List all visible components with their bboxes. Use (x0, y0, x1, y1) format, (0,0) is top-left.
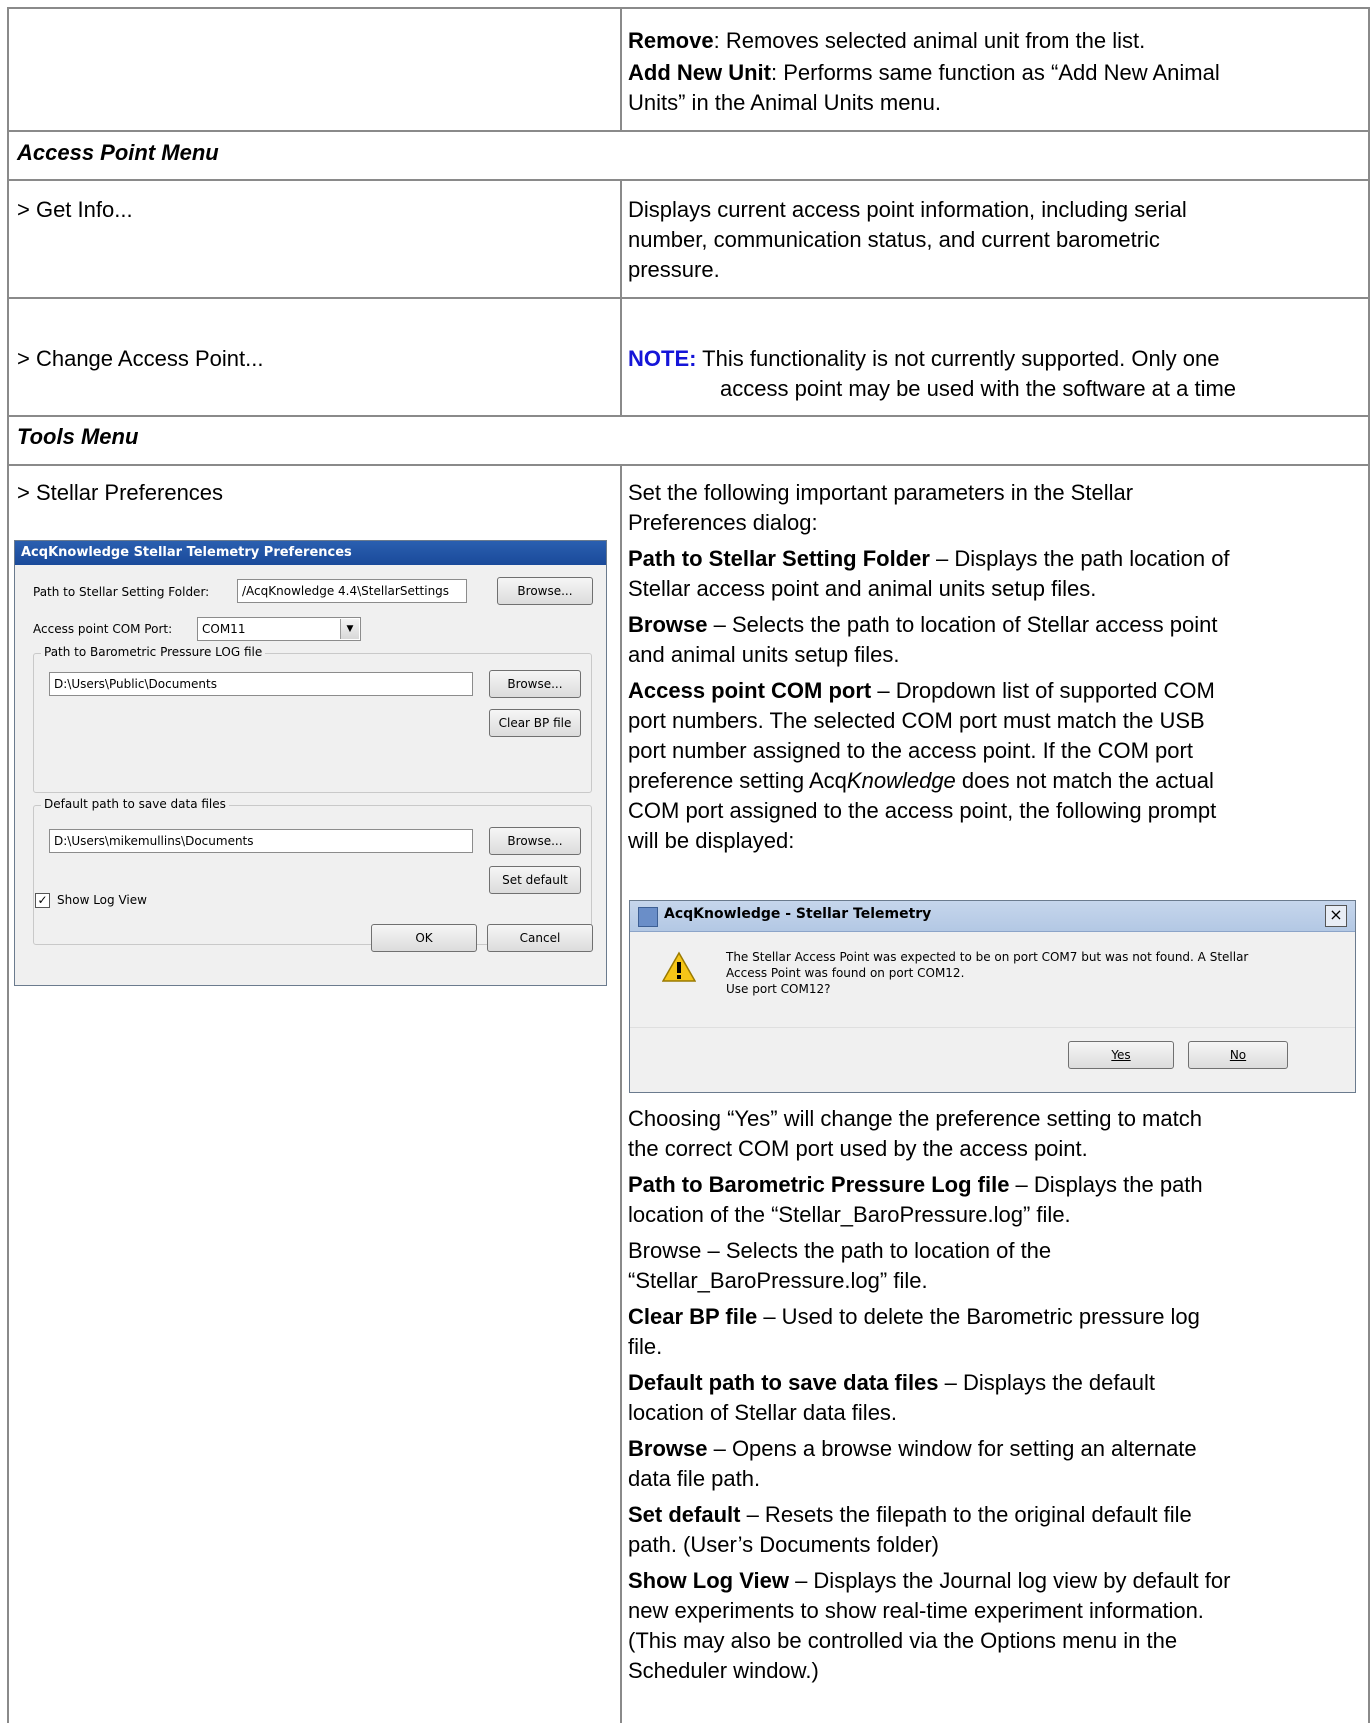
set-default-button[interactable]: Set default (489, 866, 581, 894)
default-path-field[interactable]: D:\Users\mikemullins\Documents (49, 829, 473, 853)
stellar-preferences-item: > Stellar Preferences (17, 480, 224, 505)
com-port-select[interactable]: COM11 ▼ (197, 617, 361, 641)
prompt-dialog: AcqKnowledge - Stellar Telemetry × The S… (629, 900, 1356, 1093)
row-divider (7, 415, 1370, 417)
prompt-message-2: Access Point was found on port COM12. (726, 966, 965, 980)
intro-line-1: Set the following important parameters i… (628, 480, 1134, 505)
baro-path-field[interactable]: D:\Users\Public\Documents (49, 672, 473, 696)
p11-line-3: (This may also be controlled via the Opt… (628, 1628, 1178, 1653)
show-log-label: Show Log View (57, 893, 147, 907)
p4-line-2: the correct COM port used by the access … (628, 1136, 1088, 1161)
warning-icon (662, 951, 696, 982)
p11-line-4: Scheduler window.) (628, 1658, 819, 1683)
row-divider (7, 130, 1370, 132)
p6-line-1: Browse – Selects the path to location of… (628, 1238, 1052, 1263)
clear-bp-button[interactable]: Clear BP file (489, 709, 581, 737)
p5-line-2: location of the “Stellar_BaroPressure.lo… (628, 1202, 1071, 1227)
ok-button[interactable]: OK (371, 924, 477, 952)
default-path-group-title: Default path to save data files (41, 797, 229, 811)
chevron-down-icon[interactable]: ▼ (340, 619, 359, 639)
com-port-label: Access point COM Port: (33, 622, 173, 636)
change-access-point-item: > Change Access Point... (17, 346, 264, 371)
preferences-dialog: AcqKnowledge Stellar Telemetry Preferenc… (14, 540, 607, 986)
column-divider (620, 179, 622, 415)
p3-line-1: Access point COM port – Dropdown list of… (628, 678, 1215, 703)
column-divider (620, 464, 622, 1723)
path-label: Path to Stellar Setting Folder: (33, 585, 210, 599)
p10-line-1: Set default – Resets the filepath to the… (628, 1502, 1192, 1527)
p3-line-4: preference setting AcqKnowledge does not… (628, 768, 1214, 793)
p1-line-2: Stellar access point and animal units se… (628, 576, 1097, 601)
prompt-message-3: Use port COM12? (726, 982, 831, 996)
add-new-unit-desc: Units” in the Animal Units menu. (628, 90, 942, 115)
browse-baro-button[interactable]: Browse... (489, 670, 581, 698)
p3-line-2: port numbers. The selected COM port must… (628, 708, 1205, 733)
p7-line-2: file. (628, 1334, 663, 1359)
prompt-titlebar: AcqKnowledge - Stellar Telemetry × (630, 901, 1355, 932)
p9-line-2: data file path. (628, 1466, 761, 1491)
browse-settings-button[interactable]: Browse... (497, 577, 593, 605)
get-info-item: > Get Info... (17, 197, 133, 222)
note-line-1: NOTE: This functionality is not currentl… (628, 346, 1220, 371)
p5-line-1: Path to Barometric Pressure Log file – D… (628, 1172, 1203, 1197)
close-icon[interactable]: × (1325, 905, 1347, 927)
p3-line-3: port number assigned to the access point… (628, 738, 1193, 763)
row-divider (7, 297, 1370, 299)
add-new-unit-row: Add New Unit: Performs same function as … (628, 60, 1220, 85)
row-divider (7, 464, 1370, 466)
com-port-value: COM11 (202, 622, 246, 636)
p8-line-1: Default path to save data files – Displa… (628, 1370, 1155, 1395)
cancel-button[interactable]: Cancel (487, 924, 593, 952)
prompt-message-1: The Stellar Access Point was expected to… (726, 950, 1249, 964)
stellar-path-field[interactable]: /AcqKnowledge 4.4\StellarSettings (237, 579, 467, 603)
p11-line-1: Show Log View – Displays the Journal log… (628, 1568, 1231, 1593)
p11-line-2: new experiments to show real-time experi… (628, 1598, 1204, 1623)
section-tools-menu: Tools Menu (17, 424, 139, 449)
note-line-2: access point may be used with the softwa… (720, 376, 1237, 401)
remove-row: Remove: Removes selected animal unit fro… (628, 28, 1146, 53)
intro-line-2: Preferences dialog: (628, 510, 818, 535)
p7-line-1: Clear BP file – Used to delete the Barom… (628, 1304, 1200, 1329)
yes-button[interactable]: Yes (1068, 1041, 1174, 1069)
column-divider (620, 7, 622, 130)
get-info-desc-3: pressure. (628, 257, 720, 282)
p4-line-1: Choosing “Yes” will change the preferenc… (628, 1106, 1202, 1131)
get-info-desc-1: Displays current access point informatio… (628, 197, 1187, 222)
browse-default-button[interactable]: Browse... (489, 827, 581, 855)
section-access-point-menu: Access Point Menu (17, 140, 219, 165)
prompt-title: AcqKnowledge - Stellar Telemetry (664, 906, 932, 922)
row-divider (7, 179, 1370, 181)
p10-line-2: path. (User’s Documents folder) (628, 1532, 939, 1557)
app-icon (638, 907, 658, 927)
p2-line-1: Browse – Selects the path to location of… (628, 612, 1218, 637)
get-info-desc-2: number, communication status, and curren… (628, 227, 1160, 252)
barometric-group-title: Path to Barometric Pressure LOG file (41, 645, 266, 659)
p6-line-2: “Stellar_BaroPressure.log” file. (628, 1268, 928, 1293)
p1-line-1: Path to Stellar Setting Folder – Display… (628, 546, 1230, 571)
show-log-checkbox[interactable]: ✓ (35, 893, 50, 908)
p2-line-2: and animal units setup files. (628, 642, 900, 667)
p3-line-6: will be displayed: (628, 828, 795, 853)
p3-line-5: COM port assigned to the access point, t… (628, 798, 1217, 823)
dialog-title: AcqKnowledge Stellar Telemetry Preferenc… (15, 541, 606, 565)
p9-line-1: Browse – Opens a browse window for setti… (628, 1436, 1197, 1461)
no-button[interactable]: No (1188, 1041, 1288, 1069)
p8-line-2: location of Stellar data files. (628, 1400, 898, 1425)
